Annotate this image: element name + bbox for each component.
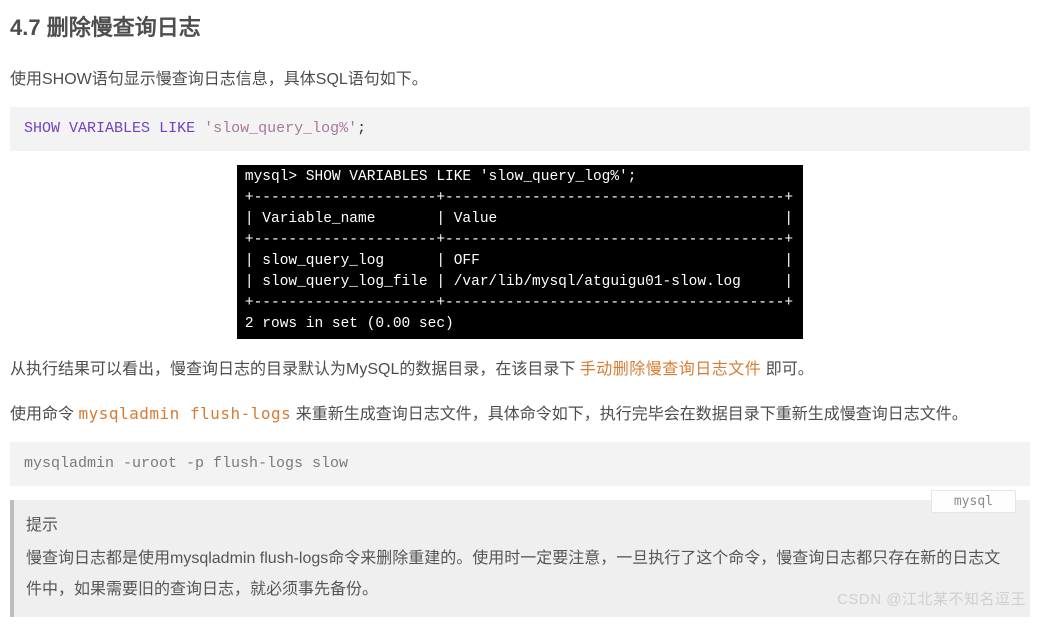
code-block-shell[interactable]: mysqladmin -uroot -p flush-logs slow — [10, 442, 1030, 486]
terminal-output: mysql> SHOW VARIABLES LIKE 'slow_query_l… — [237, 165, 803, 339]
sql-punct: ; — [357, 120, 366, 137]
inline-highlight-manual-delete: 手动删除慢查询日志文件 — [580, 359, 762, 378]
section-heading: 4.7 删除慢查询日志 — [10, 10, 1030, 42]
sql-keyword: VARIABLES — [69, 120, 150, 137]
terminal-output-container: mysql> SHOW VARIABLES LIKE 'slow_query_l… — [10, 165, 1030, 339]
tip-title: 提示 — [26, 510, 1016, 541]
p2-text-a: 从执行结果可以看出，慢查询日志的目录默认为MySQL的数据目录，在该目录下 — [10, 361, 580, 378]
p3-text-b: 来重新生成查询日志文件，具体命令如下，执行完毕会在数据目录下重新生成慢查询日志文… — [291, 406, 967, 423]
sql-keyword: LIKE — [159, 120, 195, 137]
watermark: CSDN @江北某不知名逗王 — [837, 588, 1026, 609]
paragraph-1: 使用SHOW语句显示慢查询日志信息，具体SQL语句如下。 — [10, 64, 1030, 95]
paragraph-3: 使用命令 mysqladmin flush-logs 来重新生成查询日志文件，具… — [10, 398, 1030, 430]
sql-string: 'slow_query_log%' — [204, 120, 357, 137]
inline-command-flush-logs: mysqladmin flush-logs — [78, 404, 291, 423]
sql-keyword: SHOW — [24, 120, 60, 137]
shell-command: mysqladmin -uroot -p flush-logs slow — [24, 455, 348, 472]
p2-text-b: 即可。 — [761, 361, 813, 378]
language-badge: mysql — [931, 490, 1016, 513]
paragraph-2: 从执行结果可以看出，慢查询日志的目录默认为MySQL的数据目录，在该目录下 手动… — [10, 353, 1030, 385]
p3-text-a: 使用命令 — [10, 406, 78, 423]
code-block-sql[interactable]: SHOW VARIABLES LIKE 'slow_query_log%'; — [10, 107, 1030, 151]
